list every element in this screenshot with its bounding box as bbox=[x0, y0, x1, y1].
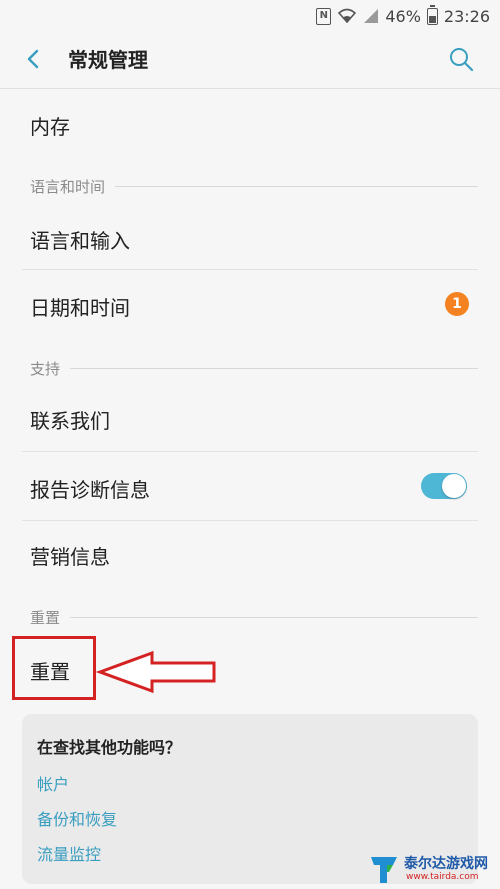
section-divider bbox=[115, 185, 478, 187]
suggestion-link-backup-restore[interactable]: 备份和恢复 bbox=[37, 806, 117, 830]
menu-item-contact-us[interactable]: 联系我们 bbox=[0, 385, 500, 451]
section-label: 语言和时间 bbox=[30, 177, 106, 196]
battery-fill bbox=[428, 15, 436, 23]
section-label: 重置 bbox=[30, 608, 61, 627]
toggle-knob bbox=[442, 474, 466, 498]
wifi-icon bbox=[338, 8, 357, 24]
menu-item-storage-label: 内存 bbox=[30, 115, 70, 139]
search-icon[interactable] bbox=[448, 46, 474, 72]
watermark-url: www.tairda.com bbox=[406, 872, 479, 882]
menu-item-marketing-info-label: 营销信息 bbox=[30, 545, 110, 569]
section-divider bbox=[70, 367, 478, 369]
app-header: 常规管理 bbox=[0, 30, 500, 89]
annotation-highlight-box bbox=[12, 636, 96, 700]
battery-percent: 46% bbox=[385, 6, 421, 26]
suggestion-link-data-usage[interactable]: 流量监控 bbox=[37, 841, 101, 865]
menu-item-date-time[interactable]: 日期和时间 1 bbox=[0, 270, 500, 338]
signal-icon bbox=[364, 9, 379, 23]
suggestion-link-account[interactable]: 帐户 bbox=[37, 771, 69, 795]
section-header-support: 支持 bbox=[30, 358, 478, 378]
watermark-name: 泰尔达游戏网 bbox=[404, 856, 488, 872]
watermark-logo-icon bbox=[371, 857, 397, 883]
menu-item-report-diagnostics-label: 报告诊断信息 bbox=[30, 478, 150, 502]
menu-item-marketing-info[interactable]: 营销信息 bbox=[0, 521, 500, 587]
menu-item-date-time-label: 日期和时间 bbox=[30, 296, 130, 320]
section-label: 支持 bbox=[30, 359, 61, 378]
menu-item-language-input[interactable]: 语言和输入 bbox=[0, 203, 500, 269]
annotation-arrow-icon bbox=[96, 650, 216, 694]
menu-item-contact-us-label: 联系我们 bbox=[30, 409, 110, 433]
clock: 23:26 bbox=[443, 6, 490, 26]
battery-icon bbox=[426, 4, 438, 25]
notification-badge: 1 bbox=[445, 292, 469, 316]
suggestions-title: 在查找其他功能吗？ bbox=[37, 738, 182, 757]
watermark: 泰尔达游戏网 www.tairda.com bbox=[360, 850, 500, 889]
nfc-icon: N bbox=[316, 7, 332, 25]
report-diagnostics-toggle[interactable] bbox=[421, 473, 467, 499]
status-icons: N 46% 23:26 bbox=[316, 4, 490, 27]
section-divider bbox=[70, 616, 478, 618]
chevron-left-icon[interactable] bbox=[22, 47, 46, 71]
section-header-language-time: 语言和时间 bbox=[30, 176, 478, 196]
page-title: 常规管理 bbox=[68, 48, 148, 72]
menu-item-language-input-label: 语言和输入 bbox=[30, 229, 130, 253]
section-header-reset: 重置 bbox=[30, 607, 478, 627]
menu-item-storage[interactable]: 内存 bbox=[0, 89, 500, 157]
status-bar: N 46% 23:26 bbox=[0, 0, 500, 30]
menu-item-report-diagnostics[interactable]: 报告诊断信息 bbox=[0, 452, 500, 520]
